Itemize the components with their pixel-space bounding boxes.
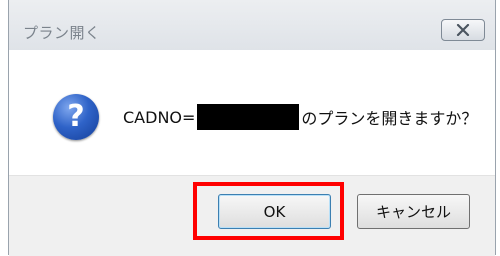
close-button[interactable] — [441, 19, 485, 41]
cancel-button[interactable]: キャンセル — [357, 194, 470, 229]
title-bar: プラン開く — [9, 0, 495, 51]
close-x-icon — [456, 24, 470, 36]
message-prefix: CADNO= — [123, 107, 196, 127]
redacted-block — [197, 104, 300, 130]
dialog-title: プラン開く — [23, 24, 101, 42]
question-icon: ? — [53, 94, 99, 140]
ok-highlight-box — [193, 182, 344, 240]
dialog-content: ? CADNO= のプランを開きますか？ — [9, 50, 495, 175]
message-suffix: のプランを開きますか？ — [301, 109, 478, 128]
dialog-message: CADNO= のプランを開きますか？ — [123, 104, 477, 130]
